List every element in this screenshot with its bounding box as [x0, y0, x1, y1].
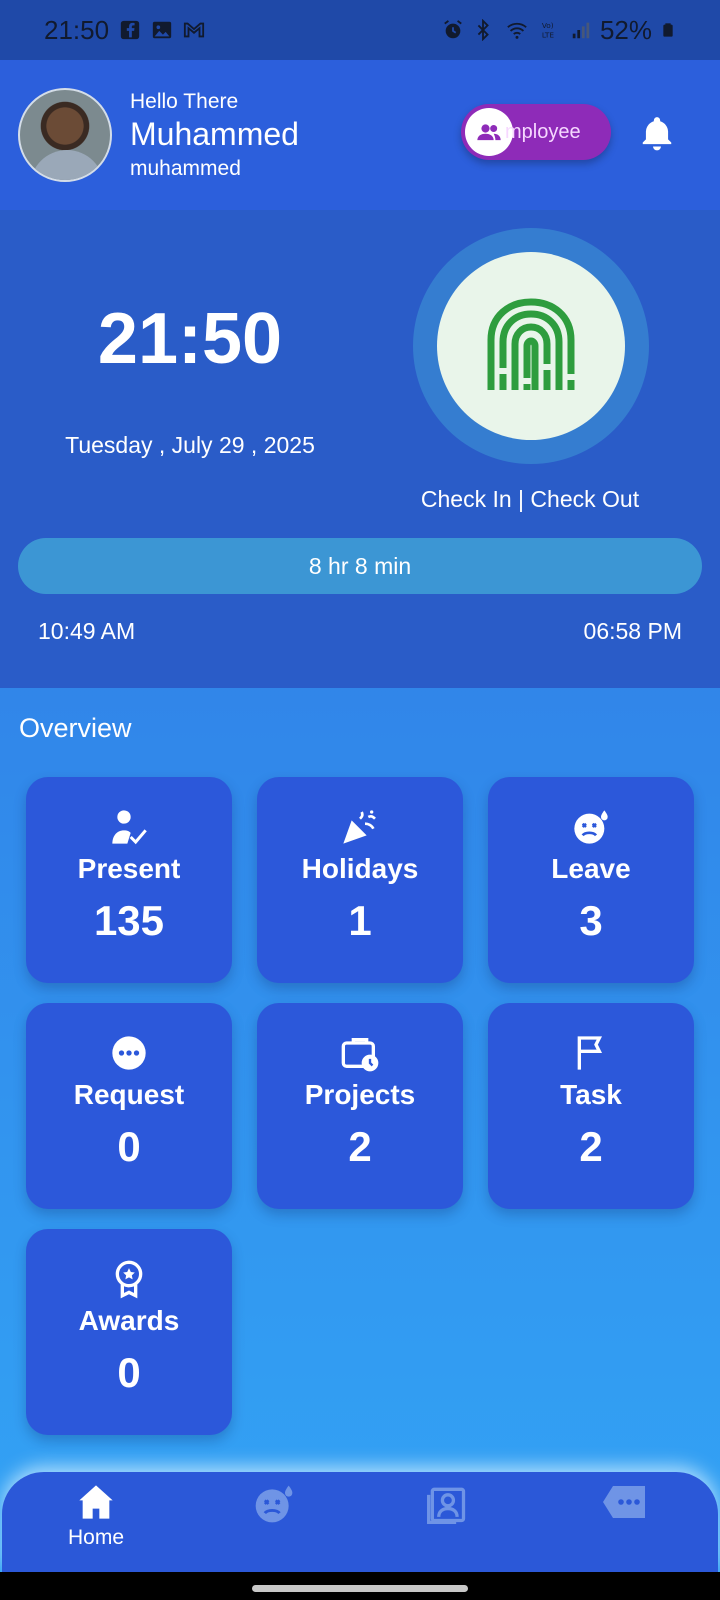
card-awards[interactable]: Awards 0 [26, 1229, 232, 1435]
facebook-icon [120, 20, 140, 40]
id-card-icon [427, 1487, 466, 1524]
overview-heading: Overview [19, 713, 132, 743]
fingerprint-icon [487, 298, 575, 390]
profile-header: Hello There Muhammed muhammed mployee [0, 60, 720, 210]
card-label: Holidays [301, 853, 419, 884]
battery-percent: 52% [599, 14, 652, 45]
check-in-button[interactable] [413, 228, 649, 464]
party-popper-icon [343, 810, 376, 844]
card-value: 3 [579, 897, 603, 944]
person-check-icon [112, 810, 147, 845]
attendance-panel: 21:50 Tuesday , July 29 , 2025 Check In … [0, 210, 720, 688]
card-value: 0 [117, 1123, 141, 1170]
briefcase-clock-icon [341, 1038, 379, 1072]
greeting-text: Hello There [130, 89, 239, 113]
nav-profile[interactable] [387, 1482, 507, 1526]
card-request[interactable]: Request 0 [26, 1003, 232, 1209]
more-dots-icon [112, 1036, 146, 1070]
card-label: Projects [304, 1079, 416, 1110]
alarm-icon [444, 20, 462, 39]
bluetooth-icon [477, 19, 489, 41]
work-duration-bar: 8 hr 8 min [18, 538, 702, 594]
check-out-time: 06:58 PM [583, 618, 682, 644]
home-icon [79, 1485, 113, 1519]
nav-home[interactable]: Home [36, 1482, 156, 1550]
card-label: Leave [551, 853, 631, 884]
user-name: Muhammed [130, 115, 299, 152]
card-value: 2 [579, 1123, 603, 1170]
check-in-out-label: Check In | Check Out [420, 486, 640, 512]
check-in-time: 10:49 AM [38, 618, 136, 644]
card-holidays[interactable]: Holidays 1 [257, 777, 463, 983]
avatar[interactable] [18, 88, 112, 182]
wifi-icon [507, 22, 527, 39]
role-label: mployee [505, 120, 581, 143]
card-label: Request [73, 1079, 185, 1110]
signal-icon [572, 22, 590, 39]
flag-icon [577, 1036, 603, 1070]
nav-tickets[interactable] [565, 1482, 685, 1522]
current-date: Tuesday , July 29 , 2025 [65, 432, 315, 458]
card-label: Awards [78, 1305, 180, 1336]
bell-icon[interactable] [638, 112, 676, 154]
user-handle: muhammed [130, 156, 241, 180]
status-time: 21:50 [44, 14, 110, 45]
current-time: 21:50 [97, 299, 283, 379]
card-value: 135 [93, 897, 165, 944]
nav-leave[interactable] [214, 1482, 334, 1526]
sick-face-icon [255, 1485, 293, 1523]
volte-icon: Vo)LTE [542, 21, 555, 39]
work-duration: 8 hr 8 min [308, 552, 412, 579]
card-value: 0 [117, 1349, 141, 1396]
nav-label: Home [67, 1526, 125, 1549]
card-label: Present [77, 853, 181, 884]
status-bar: 21:50 Vo) LTE 52% [0, 0, 720, 60]
card-task[interactable]: Task 2 [488, 1003, 694, 1209]
bottom-navigation: Home [2, 1472, 718, 1572]
gmail-icon [183, 22, 205, 38]
card-present[interactable]: Present 135 [26, 777, 232, 983]
svg-text:LTE: LTE [542, 30, 555, 39]
award-icon [115, 1260, 143, 1299]
card-leave[interactable]: Leave 3 [488, 777, 694, 983]
role-toggle-button[interactable]: mployee [461, 104, 611, 160]
ticket-icon [603, 1486, 645, 1518]
gallery-icon [152, 21, 172, 39]
card-projects[interactable]: Projects 2 [257, 1003, 463, 1209]
card-label: Task [560, 1079, 622, 1110]
battery-icon [663, 23, 673, 37]
home-gesture-handle[interactable] [252, 1585, 468, 1592]
svg-text:Vo): Vo) [542, 21, 554, 30]
card-value: 2 [348, 1123, 372, 1170]
sick-face-icon [574, 810, 608, 844]
card-value: 1 [348, 897, 372, 944]
